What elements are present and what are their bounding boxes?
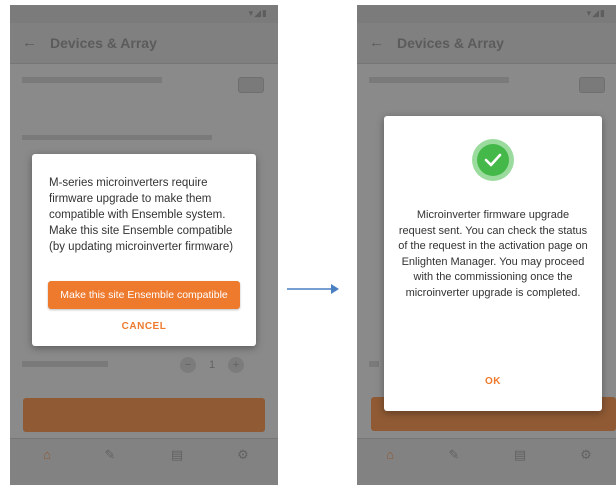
app-bar: ← Devices & Array [357,23,616,64]
app-bar: ← Devices & Array [10,23,278,64]
dashboard-icon: ▤ [513,447,527,462]
background-row [22,135,212,140]
background-row [22,361,108,367]
wrench-icon: ✎ [448,447,460,462]
background-toggle [579,77,605,93]
background-primary-button [23,398,265,432]
gear-icon: ⚙ [237,447,249,462]
checkmark-icon [477,144,509,176]
background-row [369,361,379,367]
upgrade-request-sent-dialog: Microinverter firmware upgrade request s… [384,116,602,411]
status-bar: ▾◢▮ [357,5,616,23]
phone-screen-right: ▾◢▮ ← Devices & Array ⌂ ✎ ▤ ⚙ Microinver… [357,5,616,485]
background-toggle [238,77,264,93]
bottom-nav: ⌂ ✎ ▤ ⚙ [10,438,278,485]
dialog-message: Microinverter firmware upgrade request s… [398,209,588,299]
cancel-button[interactable]: CANCEL [32,321,256,332]
bottom-nav: ⌂ ✎ ▤ ⚙ [357,438,616,485]
gear-icon: ⚙ [580,447,592,462]
ensemble-upgrade-dialog: M-series microinverters require firmware… [32,154,256,346]
dialog-message: M-series microinverters require firmware… [49,177,234,253]
app-bar-title: Devices & Array [50,35,157,51]
phone-screen-left: ▾◢▮ ← Devices & Array −1 + ⌂ ✎ ▤ ⚙ M-seri… [10,5,278,485]
back-arrow-icon[interactable]: ← [369,34,384,51]
make-site-ensemble-compatible-button[interactable]: Make this site Ensemble compatible [48,281,240,309]
button-label: Make this site Ensemble compatible [60,289,228,301]
success-badge [472,139,514,181]
flow-arrow-icon [287,284,339,294]
app-bar-title: Devices & Array [397,35,504,51]
status-bar: ▾◢▮ [10,5,278,23]
status-icons: ▾◢▮ [586,8,606,18]
background-row [22,77,162,83]
dashboard-icon: ▤ [170,447,184,462]
back-arrow-icon[interactable]: ← [22,34,37,51]
ok-button[interactable]: OK [384,376,602,387]
wrench-icon: ✎ [104,447,116,462]
home-icon: ⌂ [386,447,394,462]
background-row [369,77,509,83]
home-icon: ⌂ [43,447,51,462]
status-icons: ▾◢▮ [248,8,268,18]
background-stepper: −1 + [180,357,244,373]
